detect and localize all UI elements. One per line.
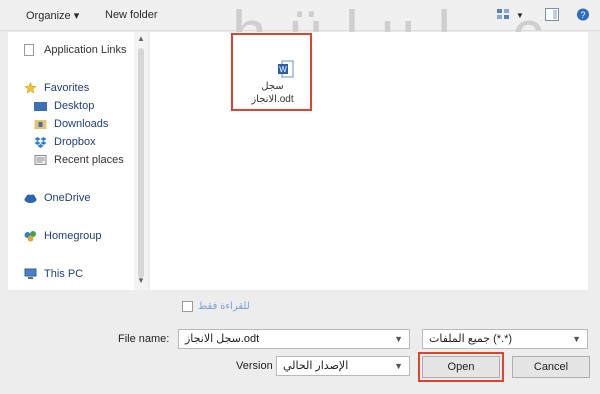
file-name-label: File name: bbox=[118, 333, 170, 345]
file-name-value: سجل الانجاز.odt bbox=[185, 333, 260, 345]
nav-item-label: Favorites bbox=[44, 82, 90, 94]
preview-pane-icon[interactable] bbox=[545, 8, 559, 21]
open-button[interactable]: Open bbox=[422, 356, 500, 378]
readonly-checkbox[interactable] bbox=[182, 301, 193, 312]
nav-item-label: This PC bbox=[44, 268, 84, 280]
computer-icon bbox=[24, 268, 37, 279]
dropbox-icon bbox=[34, 137, 47, 148]
view-dropdown-icon[interactable]: ▼ bbox=[516, 11, 524, 20]
svg-text:W: W bbox=[279, 65, 287, 74]
onedrive-cloud-icon bbox=[24, 194, 37, 203]
downloads-folder-icon bbox=[34, 120, 47, 129]
toolbar: Organize ▾ New folder ▼ ? bbox=[0, 0, 600, 31]
version-label: Version bbox=[236, 360, 273, 372]
document-icon bbox=[24, 44, 34, 56]
new-folder-button[interactable]: New folder bbox=[105, 9, 158, 21]
file-list-pane bbox=[150, 32, 588, 290]
star-icon bbox=[24, 82, 37, 94]
nav-item-label: Downloads bbox=[54, 118, 109, 130]
scrollbar-thumb[interactable] bbox=[138, 48, 144, 278]
document-file-icon[interactable]: W bbox=[278, 60, 294, 78]
nav-item-label: Recent places bbox=[54, 154, 124, 166]
view-options-icon[interactable] bbox=[497, 8, 511, 21]
nav-item-label: Application Links bbox=[44, 44, 127, 56]
file-type-dropdown-icon[interactable]: ▼ bbox=[572, 330, 581, 348]
organize-button[interactable]: Organize ▾ bbox=[26, 9, 79, 22]
readonly-label: للقراءة فقط bbox=[198, 301, 250, 312]
file-item-name[interactable]: سجل الانجاز.odt bbox=[235, 80, 310, 106]
scroll-up-icon[interactable]: ▲ bbox=[137, 34, 145, 43]
cancel-button[interactable]: Cancel bbox=[512, 356, 590, 378]
file-name-dropdown-icon[interactable]: ▼ bbox=[394, 330, 403, 348]
file-type-select[interactable]: جميع الملفات (*.*) ▼ bbox=[422, 329, 588, 349]
nav-item-label: Dropbox bbox=[54, 136, 96, 148]
file-type-value: جميع الملفات (*.*) bbox=[429, 333, 513, 345]
nav-item-label: Homegroup bbox=[44, 230, 102, 242]
file-name-input[interactable]: سجل الانجاز.odt ▼ bbox=[178, 329, 410, 349]
desktop-icon bbox=[34, 102, 47, 111]
nav-item-label: Desktop bbox=[54, 100, 95, 112]
help-icon[interactable]: ? bbox=[576, 8, 590, 21]
file-name-line2: الانجاز.odt bbox=[251, 94, 294, 105]
svg-text:?: ? bbox=[580, 10, 585, 20]
version-select[interactable]: الإصدار الحالي ▼ bbox=[276, 356, 410, 376]
recent-places-icon bbox=[34, 155, 47, 165]
version-dropdown-icon[interactable]: ▼ bbox=[394, 357, 403, 375]
nav-item-label: OneDrive bbox=[44, 192, 91, 204]
file-name-line1: سجل bbox=[261, 81, 284, 92]
homegroup-icon bbox=[24, 231, 36, 242]
navigation-pane: Application Links Favorites Desktop Down… bbox=[8, 32, 148, 290]
version-value: الإصدار الحالي bbox=[283, 360, 349, 372]
